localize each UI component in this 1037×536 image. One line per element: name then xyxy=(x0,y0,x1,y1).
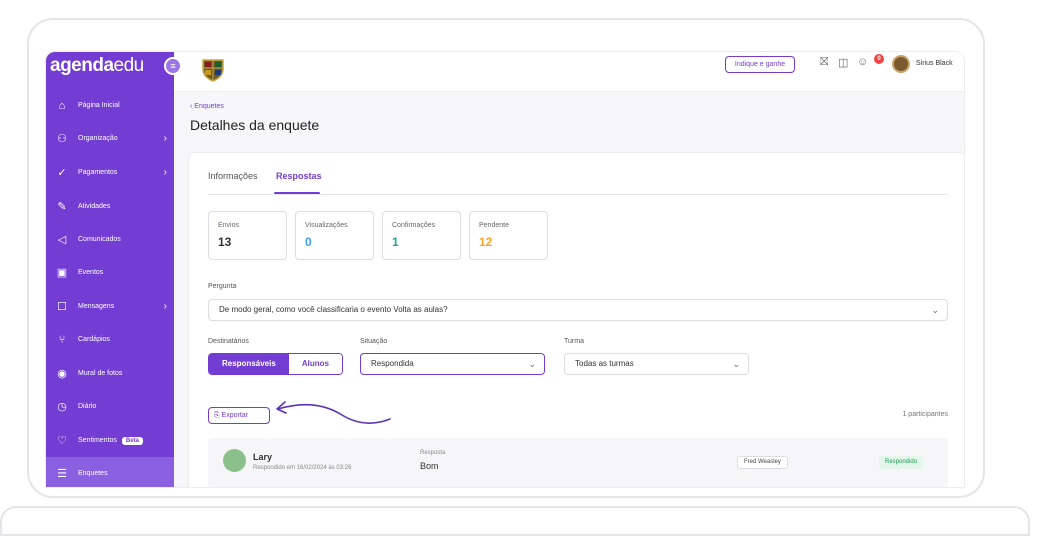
list-icon: ☰ xyxy=(57,468,67,480)
class-label: Turma xyxy=(564,338,584,345)
breadcrumb[interactable]: ‹ Enquetes xyxy=(190,103,224,110)
sidebar-item-announcements[interactable]: ◁ Comunicados xyxy=(46,223,174,256)
stat-sent: Envios 13 xyxy=(208,211,287,260)
recipients-option-guardians[interactable]: Responsáveis xyxy=(209,354,289,374)
beta-badge: Beta xyxy=(121,436,143,445)
question-label: Pergunta xyxy=(208,283,237,290)
chevron-down-icon: ⌄ xyxy=(528,359,536,369)
sidebar: agendaedu ⌂ Página Inicial ⚇ Organização › … xyxy=(46,52,174,487)
notifications-icon[interactable]: ☺ xyxy=(857,56,868,68)
question-select[interactable]: De modo geral, como você classificaria o… xyxy=(208,299,948,321)
participants-count: 1 participantes xyxy=(902,411,948,418)
org-chart-icon: ⚇ xyxy=(57,133,67,145)
tab-information[interactable]: Informações xyxy=(208,171,258,181)
annotation-arrow xyxy=(276,401,391,424)
answer-label: Resposta xyxy=(420,450,446,456)
poll-details-card: Informações Respostas Envios 13 Visualiz… xyxy=(188,152,964,487)
user-name[interactable]: Sirius Black xyxy=(916,60,953,67)
sidebar-item-events[interactable]: ▣ Eventos xyxy=(46,256,174,289)
stat-views: Visualizações 0 xyxy=(295,211,374,260)
chevron-down-icon: ⌄ xyxy=(732,359,740,369)
student-tag: Fred Weasley xyxy=(737,456,788,469)
sidebar-item-activities[interactable]: ✎ Atividades xyxy=(46,190,174,223)
tabs-divider xyxy=(208,194,948,195)
heart-chat-icon: ♡ xyxy=(57,435,67,447)
chevron-right-icon: › xyxy=(163,301,167,312)
check-icon: ✓ xyxy=(57,167,67,179)
situation-select[interactable]: Respondida ⌄ xyxy=(360,353,545,375)
status-badge: Respondido xyxy=(879,456,924,469)
chat-icon: ☐ xyxy=(57,301,67,313)
response-date: Respondido em 16/02/2024 às 03:26 xyxy=(253,465,352,471)
megaphone-icon: ◁ xyxy=(57,234,67,246)
class-select[interactable]: Todas as turmas ⌄ xyxy=(564,353,749,375)
notification-count-badge: 0 xyxy=(874,54,884,64)
sidebar-item-messages[interactable]: ☐ Mensagens › xyxy=(46,290,174,323)
app-logo: agendaedu xyxy=(50,55,144,76)
pencil-icon: ✎ xyxy=(57,201,67,213)
answer-value: Bom xyxy=(420,461,439,471)
home-icon: ⌂ xyxy=(58,99,66,112)
respondent-name: Lary xyxy=(253,452,273,462)
calendar-icon: ▣ xyxy=(56,267,68,279)
tab-responses[interactable]: Respostas xyxy=(276,171,322,181)
sidebar-item-photo-wall[interactable]: ◉ Mural de fotos xyxy=(46,357,174,390)
refer-and-earn-button[interactable]: Indique e ganhe xyxy=(725,56,795,73)
device-frame-bottom xyxy=(0,506,1030,536)
sidebar-item-polls[interactable]: ☰ Enquetes xyxy=(46,457,174,487)
avatar xyxy=(223,449,246,472)
sidebar-item-feelings[interactable]: ♡ Sentimentos Beta xyxy=(46,424,174,457)
clock-icon: ◷ xyxy=(57,401,67,413)
sidebar-item-organization[interactable]: ⚇ Organização › xyxy=(46,122,174,155)
sidebar-item-home[interactable]: ⌂ Página Inicial xyxy=(46,89,174,122)
school-crest-logo xyxy=(202,59,224,82)
recipients-toggle: Responsáveis Alunos xyxy=(208,353,343,375)
sidebar-item-menus[interactable]: ⑂ Cardápios xyxy=(46,323,174,356)
chevron-right-icon: › xyxy=(163,167,167,178)
utensils-icon: ⑂ xyxy=(58,333,66,346)
stat-confirmations: Confirmações 1 xyxy=(382,211,461,260)
page-title: Detalhes da enquete xyxy=(190,117,320,133)
gift-icon[interactable]: ⛝ xyxy=(820,56,828,69)
chevron-down-icon: ⌄ xyxy=(931,305,939,315)
export-button[interactable]: ⎘ Exportar xyxy=(208,407,270,424)
situation-label: Situação xyxy=(360,338,388,345)
table-row[interactable]: Lary Respondido em 16/02/2024 às 03:26 R… xyxy=(208,438,948,487)
help-icon[interactable]: ◫ xyxy=(838,56,848,69)
camera-icon: ◉ xyxy=(57,368,67,380)
sidebar-item-diary[interactable]: ◷ Diário xyxy=(46,390,174,423)
recipients-label: Destinatários xyxy=(208,338,249,345)
top-bar: Indique e ganhe ⛝ ◫ ☺ 0 Sirius Black xyxy=(174,52,964,92)
sidebar-collapse-button[interactable]: ≡ xyxy=(164,57,182,75)
recipients-option-students[interactable]: Alunos xyxy=(288,354,342,374)
app-window: agendaedu ⌂ Página Inicial ⚇ Organização › … xyxy=(45,51,965,488)
chevron-right-icon: › xyxy=(163,133,167,144)
stat-pending: Pendente 12 xyxy=(469,211,548,260)
avatar[interactable] xyxy=(892,55,910,73)
sidebar-item-payments[interactable]: ✓ Pagamentos › xyxy=(46,156,174,189)
